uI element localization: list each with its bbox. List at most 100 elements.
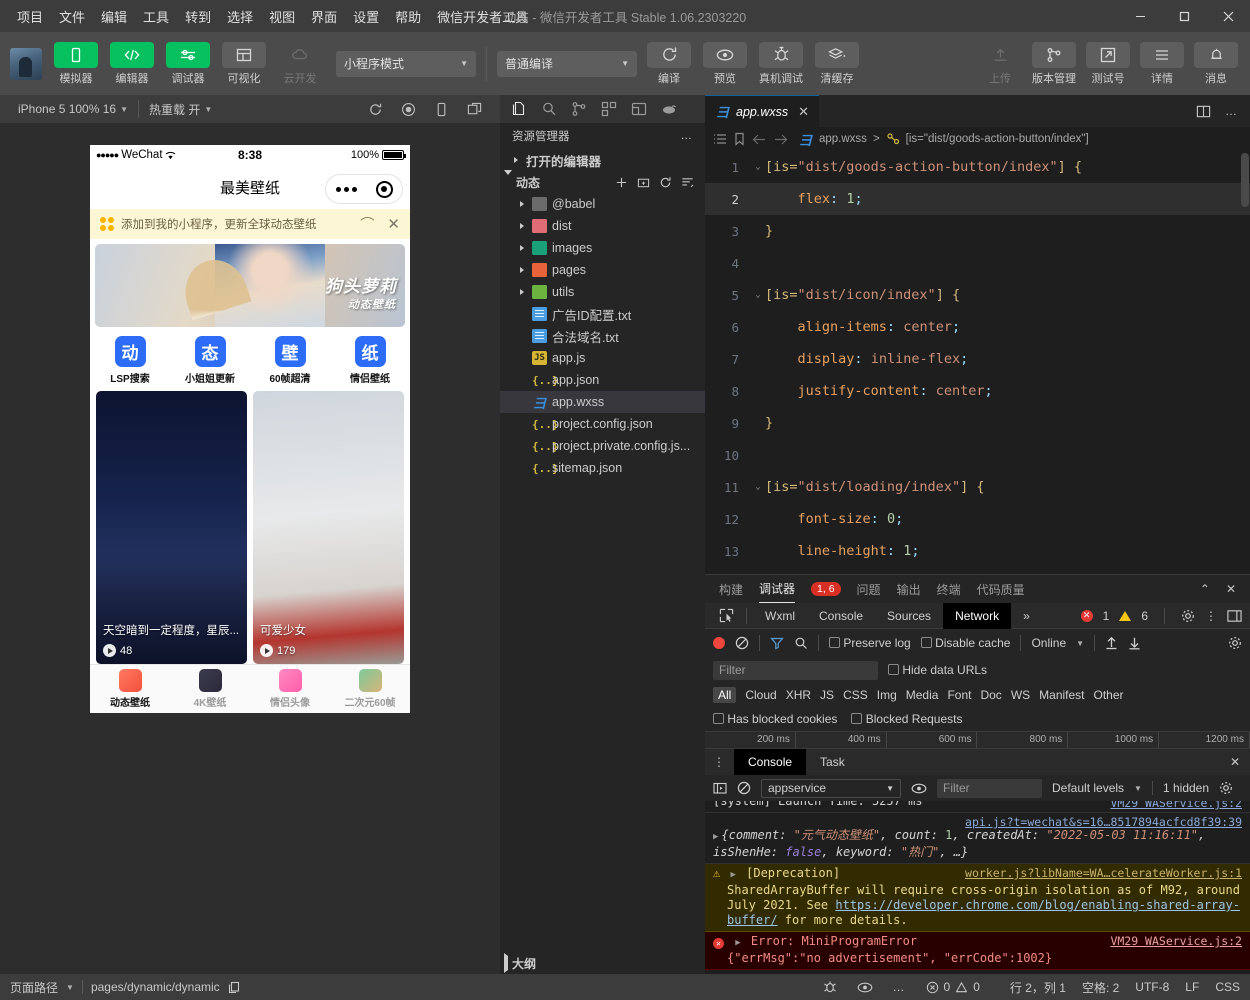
search-icon[interactable] (541, 101, 557, 117)
copy-icon[interactable] (228, 981, 240, 994)
chevron-up-icon[interactable]: ⌃ (1200, 582, 1210, 596)
phone-tab-1[interactable]: 4K壁纸 (170, 665, 250, 713)
code-line[interactable]: 5 ⌄ [is="dist/icon/index"] { (705, 279, 1250, 311)
file-tree-item[interactable]: {..}project.config.json (500, 413, 705, 435)
chevron-down-icon[interactable]: ▼ (66, 983, 74, 992)
code-line[interactable]: 11 ⌄ [is="dist/loading/index"] { (705, 471, 1250, 503)
throttle-select[interactable]: Online (1031, 636, 1066, 650)
console-log-entry[interactable]: api.js?t=wechat&s=16…8517894acfcd8f39:39… (705, 813, 1250, 864)
menu-item-3[interactable]: 工具 (135, 3, 177, 30)
eol-setting[interactable]: LF (1185, 980, 1199, 994)
collapse-all-icon[interactable] (681, 176, 694, 189)
debugger-tab-2[interactable]: 问题 (857, 575, 881, 603)
clear-console-icon[interactable] (737, 781, 751, 795)
code-line[interactable]: 13 line-height: 1; (705, 535, 1250, 567)
toolbar-button-上传[interactable]: 上传 (976, 42, 1024, 86)
editor-scrollbar[interactable] (1240, 151, 1250, 574)
wallpaper-card[interactable]: 天空暗到一定程度，星辰... 48 (96, 391, 247, 664)
multiwindow-icon[interactable] (467, 102, 482, 117)
console-eye-icon[interactable] (911, 782, 927, 795)
file-tree-item[interactable]: JSapp.js (500, 347, 705, 369)
menu-item-5[interactable]: 选择 (219, 3, 261, 30)
log-source[interactable]: VM29 WAService.js:2 (1110, 801, 1242, 811)
maximize-button[interactable] (1162, 0, 1206, 32)
toolbar-button-版本管理[interactable]: 版本管理 (1030, 42, 1078, 86)
devtools-tab-Wxml[interactable]: Wxml (753, 603, 807, 629)
expand-arrow-icon[interactable]: ▶ (735, 938, 740, 948)
close-button[interactable] (1206, 0, 1250, 32)
bookmark-icon[interactable] (733, 132, 746, 146)
toolbar-button-编译[interactable]: 编译 (645, 42, 693, 86)
new-file-icon[interactable] (615, 176, 628, 189)
minimize-button[interactable] (1118, 0, 1162, 32)
navigate-back-icon[interactable] (752, 133, 767, 146)
category-item-2[interactable]: 壁 60帧超清 (250, 336, 330, 385)
expand-arrow-icon[interactable]: ▶ (730, 870, 735, 880)
split-editor-icon[interactable] (1196, 104, 1211, 119)
chevron-right-icon[interactable] (516, 223, 527, 229)
tip-close-icon[interactable]: ✕ (387, 215, 400, 233)
menu-item-4[interactable]: 转到 (177, 3, 219, 30)
file-tree-item[interactable]: pages (500, 259, 705, 281)
toolbar-button-清缓存[interactable]: 清缓存 (813, 42, 861, 86)
network-type-Manifest[interactable]: Manifest (1039, 688, 1084, 702)
phone-tab-3[interactable]: 二次元60帧 (330, 665, 410, 713)
import-har-icon[interactable] (1105, 636, 1118, 650)
menu-item-10[interactable]: 微信开发者工具 (429, 3, 536, 30)
hot-reload-select[interactable]: 热重载 开 ▼ (139, 95, 222, 123)
devtools-tab-Sources[interactable]: Sources (875, 603, 943, 629)
eye-icon[interactable] (857, 981, 873, 994)
code-line[interactable]: 10 (705, 439, 1250, 471)
fold-chevron-icon[interactable]: ⌄ (751, 290, 765, 300)
language-mode[interactable]: CSS (1215, 980, 1240, 994)
cursor-position[interactable]: 行 2，列 1 (1010, 979, 1066, 996)
network-type-Other[interactable]: Other (1094, 688, 1124, 702)
compile-select[interactable]: 普通编译 ▼ (497, 51, 637, 77)
toolbar-button-可视化[interactable]: 可视化 (220, 42, 268, 86)
debug-icon[interactable] (631, 101, 647, 117)
console-output[interactable]: [system] Launch Time: 5257 ms VM29 WASer… (705, 801, 1250, 974)
devtools-tab-Console[interactable]: Console (807, 603, 875, 629)
expand-arrow-icon[interactable]: ▶ (713, 832, 718, 842)
refresh-icon[interactable] (368, 102, 383, 117)
code-line[interactable]: 3 } (705, 215, 1250, 247)
toolbar-button-真机调试[interactable]: 真机调试 (757, 42, 805, 86)
code-line[interactable]: 6 align-items: center; (705, 311, 1250, 343)
file-tree-item[interactable]: utils (500, 281, 705, 303)
file-tree-item[interactable]: {..}project.private.config.js... (500, 435, 705, 457)
explorer-more-icon[interactable]: … (681, 130, 694, 142)
console-warning-entry[interactable]: ⚠ ▶ [Deprecation] worker.js?libName=WA…c… (705, 864, 1250, 932)
rotate-device-icon[interactable] (434, 102, 449, 117)
debugger-tab-1[interactable]: 调试器 (759, 575, 795, 603)
console-log-entry[interactable]: [system] Launch Time: 5257 ms VM29 WASer… (705, 801, 1250, 813)
debugger-tab-5[interactable]: 代码质量 (977, 575, 1025, 603)
project-avatar[interactable] (10, 48, 42, 80)
promo-banner[interactable]: 狗头萝莉 动态壁纸 (95, 244, 405, 327)
device-select[interactable]: iPhone 5 100% 16 ▼ (8, 95, 138, 123)
code-line[interactable]: 4 (705, 247, 1250, 279)
network-type-XHR[interactable]: XHR (786, 688, 811, 702)
more-icon[interactable]: … (893, 980, 906, 994)
close-miniprogram-icon[interactable] (376, 181, 393, 198)
breadcrumb-symbol[interactable]: [is="dist/goods-action-button/index"] (906, 133, 1089, 145)
open-editors-section[interactable]: 打开的编辑器 (500, 149, 705, 171)
code-line[interactable]: 8 justify-content: center; (705, 375, 1250, 407)
debugger-tab-3[interactable]: 输出 (897, 575, 921, 603)
files-icon[interactable] (511, 101, 527, 117)
log-source[interactable]: api.js?t=wechat&s=16…8517894acfcd8f39:39 (965, 815, 1242, 830)
menu-item-8[interactable]: 设置 (345, 3, 387, 30)
fold-chevron-icon[interactable]: ⌄ (751, 162, 765, 172)
close-drawer-icon[interactable]: ✕ (1220, 755, 1250, 769)
code-editor[interactable]: 1 ⌄ [is="dist/goods-action-button/index"… (705, 151, 1250, 574)
file-tree-item[interactable]: {..}app.json (500, 369, 705, 391)
file-tree-item[interactable]: images (500, 237, 705, 259)
file-tree-item[interactable]: dist (500, 215, 705, 237)
new-folder-icon[interactable] (637, 176, 650, 189)
has-blocked-cookies-checkbox[interactable]: Has blocked cookies (713, 712, 837, 726)
blocked-requests-checkbox[interactable]: Blocked Requests (851, 712, 962, 726)
devtools-tab-»[interactable]: » (1011, 603, 1042, 629)
category-item-1[interactable]: 态 小姐姐更新 (170, 336, 250, 385)
network-type-WS[interactable]: WS (1011, 688, 1030, 702)
toolbar-button-消息[interactable]: 消息 (1192, 42, 1240, 86)
chevron-right-icon[interactable] (516, 201, 527, 207)
